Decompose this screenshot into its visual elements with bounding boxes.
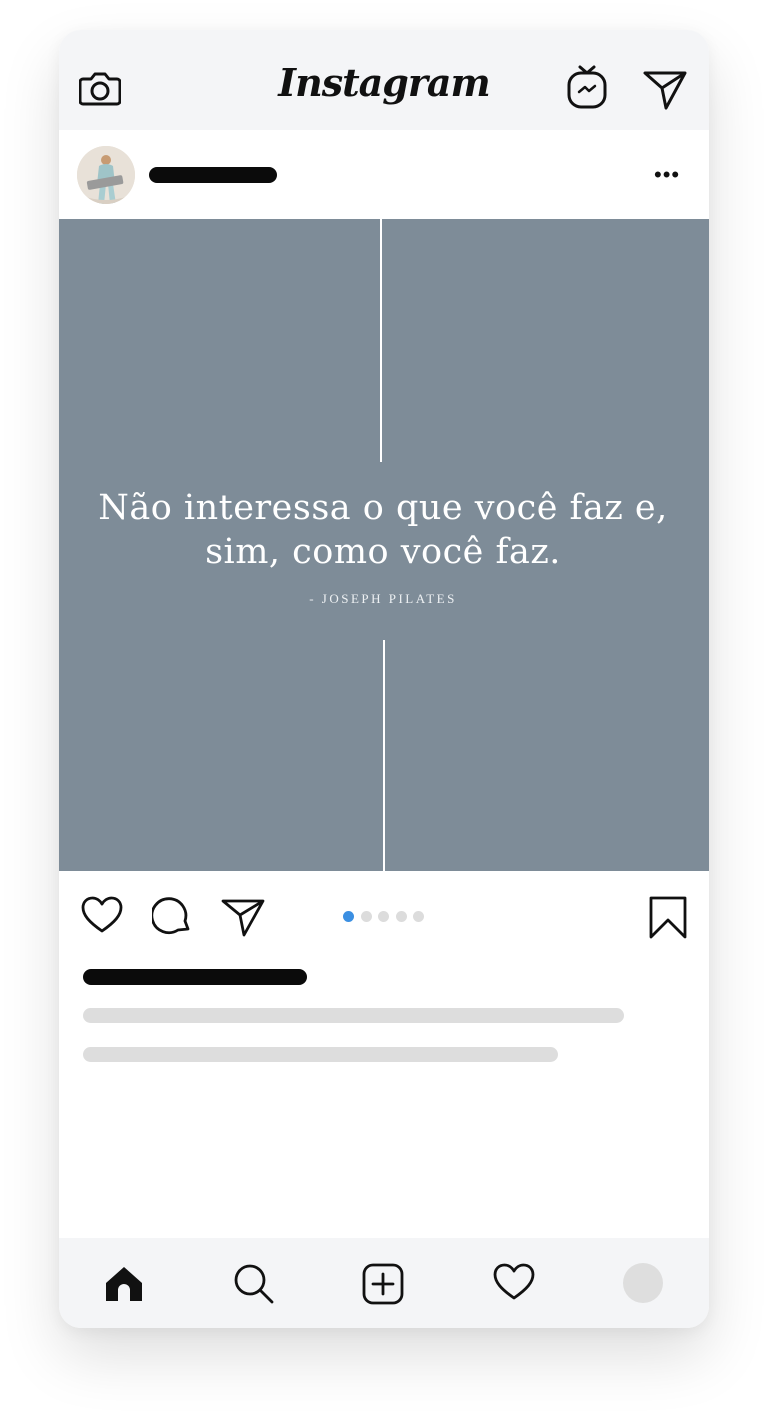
like-icon[interactable] <box>81 896 123 939</box>
carousel-dot <box>360 911 372 922</box>
post-attribution: - JOSEPH PILATES <box>309 591 457 606</box>
decorative-line-top <box>380 219 382 462</box>
home-icon[interactable] <box>104 1263 144 1308</box>
phone-frame: Instagram ••• Não interessa o que você f… <box>59 30 709 1328</box>
carousel-dot <box>378 911 389 922</box>
post-quote: Não interessa o que você faz e, sim, com… <box>98 488 668 572</box>
post-image[interactable]: Não interessa o que você faz e, sim, com… <box>59 219 709 871</box>
search-icon[interactable] <box>233 1263 275 1310</box>
caption-placeholder-line-2 <box>83 1047 558 1062</box>
post-header: ••• <box>59 130 709 219</box>
author-avatar[interactable] <box>77 146 135 204</box>
carousel-dot <box>413 911 424 922</box>
activity-heart-icon[interactable] <box>493 1263 535 1306</box>
caption-placeholder-line-1 <box>83 1008 624 1023</box>
igtv-icon[interactable] <box>566 64 608 115</box>
comment-icon[interactable] <box>150 896 192 941</box>
likes-placeholder[interactable] <box>83 969 307 985</box>
save-icon[interactable] <box>649 896 687 945</box>
carousel-dot <box>395 911 407 922</box>
new-post-icon[interactable] <box>362 1263 404 1310</box>
carousel-dot <box>343 911 354 922</box>
share-icon[interactable] <box>221 898 265 943</box>
app-logo: Instagram <box>278 60 490 105</box>
more-options-icon[interactable]: ••• <box>654 164 680 186</box>
bottom-tab-bar <box>59 1238 709 1328</box>
decorative-line-bottom <box>383 640 385 871</box>
direct-message-icon[interactable] <box>642 69 688 116</box>
profile-avatar[interactable] <box>623 1263 663 1303</box>
username-placeholder[interactable] <box>149 167 277 183</box>
post-actions <box>59 871 709 966</box>
top-bar: Instagram <box>59 30 709 130</box>
